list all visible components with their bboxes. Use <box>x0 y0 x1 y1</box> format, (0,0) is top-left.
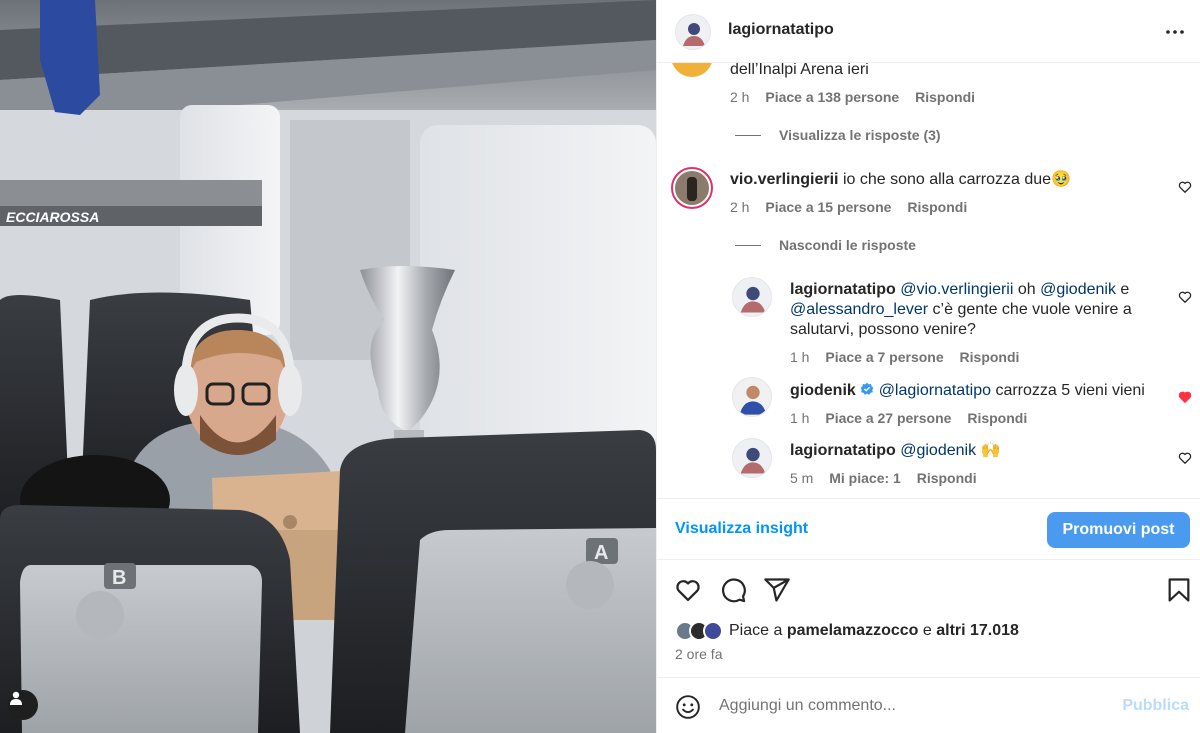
post-actions <box>657 570 1200 610</box>
insight-bar: Visualizza insight Promuovi post <box>657 498 1200 560</box>
reply-like-heart-icon[interactable] <box>1178 451 1192 465</box>
share-icon[interactable] <box>763 576 791 604</box>
reply-avatar[interactable] <box>732 277 772 317</box>
reply-username[interactable]: giodenik <box>790 382 856 399</box>
reply-meta: 1 h Piace a 7 persone Rispondi <box>790 349 1031 365</box>
likes-middle: e <box>918 622 937 639</box>
comment-meta: 2 h Piace a 15 persone Rispondi <box>730 199 979 215</box>
mention-link[interactable]: @giodenik <box>1040 281 1116 298</box>
svg-text:B: B <box>112 567 126 589</box>
liker-username[interactable]: pamelamazzocco <box>787 622 919 639</box>
comment-icon[interactable] <box>719 576 747 604</box>
heart-icon[interactable] <box>674 576 702 604</box>
reply-time: 5 m <box>790 470 814 486</box>
train-photo-illustration: ECCIAROSSA B A <box>0 0 656 733</box>
mention-link[interactable]: @vio.verlingierii <box>900 281 1013 298</box>
reply-username[interactable]: lagiornatatipo <box>790 442 896 459</box>
mention-link[interactable]: @alessandro_lever <box>790 301 928 318</box>
reply-body: lagiornatatipo @vio.verlingierii oh @gio… <box>790 280 1160 340</box>
hide-replies-toggle[interactable]: Nascondi le risposte <box>735 237 916 253</box>
reply-text: salutarvi, possono venire? <box>790 321 976 338</box>
reply-likes-count[interactable]: Piace a 7 persone <box>825 349 943 365</box>
more-icon <box>1166 30 1184 34</box>
add-comment-bar: Pubblica <box>657 677 1200 733</box>
comment-avatar[interactable] <box>671 167 713 209</box>
more-options-button[interactable] <box>1163 20 1187 44</box>
comment-likes-count[interactable]: Piace a 138 persone <box>765 89 899 105</box>
toggle-line <box>735 244 761 246</box>
comment-text: dell’Inalpi Arena ieri <box>730 63 869 78</box>
promote-post-button[interactable]: Promuovi post <box>1047 512 1190 548</box>
post-side-panel: lagiornatatipo dell’Inalpi Arena ieri 2 … <box>656 0 1200 733</box>
comment-like-heart-icon[interactable] <box>1178 180 1192 194</box>
author-avatar[interactable] <box>675 14 711 50</box>
reply-avatar[interactable] <box>732 377 772 417</box>
reply-text: oh <box>1013 281 1041 298</box>
comment-likes-count[interactable]: Piace a 15 persone <box>765 199 891 215</box>
reply-likes-count[interactable]: Piace a 27 persone <box>825 410 951 426</box>
comment-input[interactable] <box>719 694 1109 718</box>
post-header: lagiornatatipo <box>657 0 1200 63</box>
reply-text: e <box>1115 281 1130 298</box>
comment-body: vio.verlingierii io che sono alla carroz… <box>730 170 1130 190</box>
comment-reply-button[interactable]: Rispondi <box>907 199 967 215</box>
post-time: 2 ore fa <box>675 646 723 662</box>
reply-like-heart-icon[interactable] <box>1178 290 1192 304</box>
publish-button[interactable]: Pubblica <box>1122 697 1189 715</box>
svg-text:A: A <box>594 542 608 564</box>
reply-liked-heart-icon[interactable] <box>1178 390 1192 404</box>
view-insights-link[interactable]: Visualizza insight <box>675 520 808 538</box>
reply-reply-button[interactable]: Rispondi <box>917 470 977 486</box>
likes-prefix: Piace a <box>729 622 787 639</box>
comment-reply-button[interactable]: Rispondi <box>915 89 975 105</box>
user-tag-icon <box>10 691 22 705</box>
likes-summary: Piace a pamelamazzocco e altri 17.018 <box>675 620 1019 642</box>
reply-text: carrozza 5 vieni vieni <box>991 382 1145 399</box>
comments-list: dell’Inalpi Arena ieri 2 h Piace a 138 p… <box>657 63 1200 498</box>
comment-avatar[interactable] <box>671 63 713 77</box>
likes-others-count[interactable]: altri 17.018 <box>936 622 1019 639</box>
instagram-post-view: ECCIAROSSA B A lagiornatatipo dell’Inalp… <box>0 0 1200 733</box>
hide-replies-label: Nascondi le risposte <box>779 237 916 253</box>
toggle-line <box>735 134 761 136</box>
mention-link[interactable]: @lagiornatatipo <box>879 382 991 399</box>
author-username[interactable]: lagiornatatipo <box>728 21 834 39</box>
reply-likes-count[interactable]: Mi piace: 1 <box>829 470 901 486</box>
reply-avatar[interactable] <box>732 438 772 478</box>
comment-meta: 2 h Piace a 138 persone Rispondi <box>730 89 987 105</box>
emoji-icon[interactable] <box>675 694 701 720</box>
reply-reply-button[interactable]: Rispondi <box>967 410 1027 426</box>
post-photo[interactable]: ECCIAROSSA B A <box>0 0 656 733</box>
comment-username[interactable]: vio.verlingierii <box>730 171 838 188</box>
verified-icon <box>860 382 874 395</box>
view-replies-toggle[interactable]: Visualizza le risposte (3) <box>735 127 941 143</box>
likes-text[interactable]: Piace a pamelamazzocco e altri 17.018 <box>729 622 1019 640</box>
reply-meta: 5 m Mi piace: 1 Rispondi <box>790 470 989 486</box>
reply-username[interactable]: lagiornatatipo <box>790 281 896 298</box>
bookmark-icon[interactable] <box>1165 576 1193 604</box>
view-replies-label: Visualizza le risposte (3) <box>779 127 941 143</box>
reply-body: lagiornatatipo @giodenik 🙌 <box>790 441 1170 461</box>
reply-text: 🙌 <box>976 442 1001 459</box>
reply-text: c’è gente che vuole venire a <box>928 301 1132 318</box>
reply-time: 1 h <box>790 410 810 426</box>
train-logo-text: ECCIAROSSA <box>6 209 99 225</box>
reply-time: 1 h <box>790 349 810 365</box>
reply-body: giodenik @lagiornatatipo carrozza 5 vien… <box>790 381 1170 401</box>
comment-time: 2 h <box>730 89 750 105</box>
liker-avatar[interactable] <box>703 621 723 641</box>
mention-link[interactable]: @giodenik <box>900 442 976 459</box>
comment-time: 2 h <box>730 199 750 215</box>
reply-meta: 1 h Piace a 27 persone Rispondi <box>790 410 1039 426</box>
user-tag-button[interactable] <box>8 690 38 720</box>
comment-text: io che sono alla carrozza due🥹 <box>842 171 1071 188</box>
reply-reply-button[interactable]: Rispondi <box>960 349 1020 365</box>
